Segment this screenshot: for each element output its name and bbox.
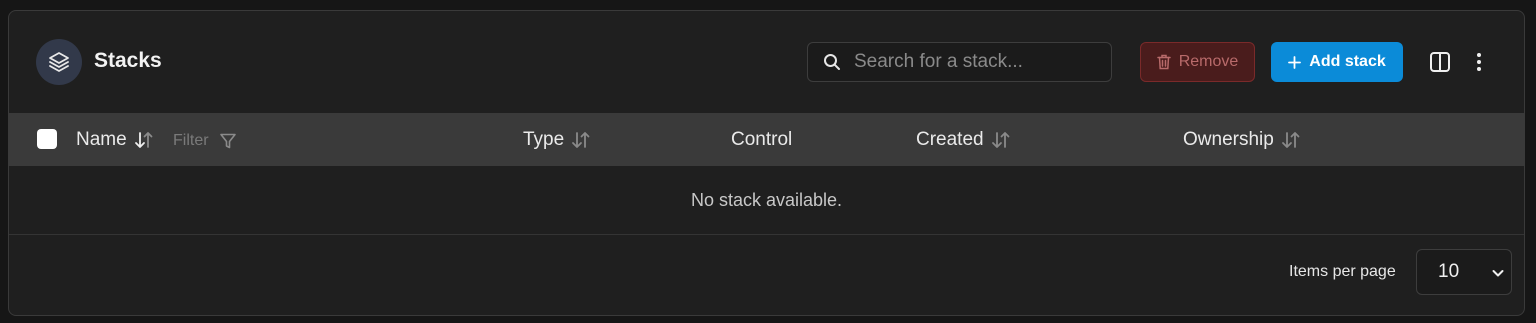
items-per-page-value: 10: [1438, 261, 1460, 282]
search-input[interactable]: [854, 43, 1104, 81]
trash-icon: [1156, 54, 1171, 70]
column-header-created[interactable]: Created: [916, 128, 1012, 152]
items-per-page-label: Items per page: [1289, 263, 1396, 280]
panel-header: Stacks Remove Add stack: [9, 11, 1524, 113]
chevron-down-icon: [1492, 270, 1504, 277]
columns-icon[interactable]: [1429, 51, 1451, 73]
filter-icon[interactable]: [219, 132, 237, 150]
column-label: Control: [731, 129, 793, 150]
column-label: Ownership: [1183, 129, 1274, 150]
select-all-checkbox[interactable]: [37, 129, 57, 149]
add-stack-button-label: Add stack: [1309, 53, 1386, 70]
plus-icon: [1288, 55, 1302, 69]
column-header-type[interactable]: Type: [523, 128, 592, 152]
layers-icon: [36, 39, 82, 85]
table-header: Name Filter Type Control Created Ownersh…: [9, 113, 1524, 166]
search-box[interactable]: [807, 42, 1112, 82]
search-icon: [824, 54, 840, 70]
remove-button-label: Remove: [1178, 53, 1239, 70]
empty-state-row: No stack available.: [9, 166, 1524, 235]
add-stack-button[interactable]: Add stack: [1271, 42, 1403, 82]
column-label: Created: [916, 129, 984, 150]
sort-icon[interactable]: [133, 130, 155, 150]
stacks-panel: Stacks Remove Add stack: [8, 10, 1525, 316]
more-vertical-icon[interactable]: [1472, 51, 1486, 73]
filter-label[interactable]: Filter: [173, 131, 209, 151]
page-title: Stacks: [94, 49, 162, 72]
column-label: Name: [76, 129, 127, 150]
sort-icon[interactable]: [990, 130, 1012, 150]
items-per-page-select[interactable]: 10: [1416, 249, 1512, 295]
empty-state-message: No stack available.: [690, 189, 843, 210]
column-header-ownership[interactable]: Ownership: [1183, 128, 1302, 152]
sort-icon[interactable]: [570, 130, 592, 150]
column-label: Type: [523, 129, 565, 150]
remove-button[interactable]: Remove: [1140, 42, 1255, 82]
column-header-name[interactable]: Name: [76, 128, 155, 152]
column-header-control: Control: [731, 128, 792, 152]
sort-icon[interactable]: [1280, 130, 1302, 150]
